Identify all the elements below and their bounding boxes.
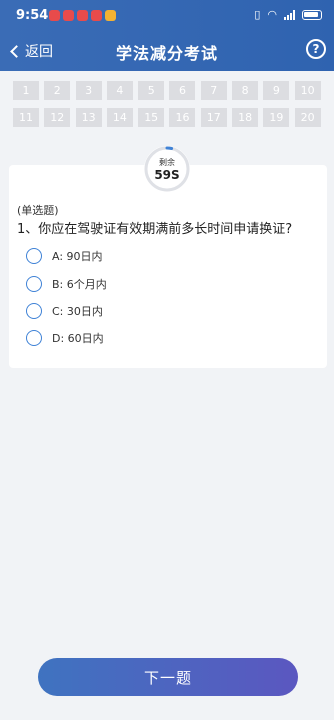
question-number-grid: 1 2 3 4 5 6 7 8 9 10 11 12 13 14 15 16 17 18 19 20 [13, 81, 323, 127]
question-number-15[interactable]: 15 [138, 108, 165, 127]
title-bar: 返回 学法减分考试 ? [0, 32, 334, 70]
option-label: A: 90日内 [52, 250, 103, 263]
option-b[interactable]: B: 6个月内 [26, 276, 107, 292]
wifi-icon: ◠ [267, 8, 277, 21]
question-number-3[interactable]: 3 [75, 81, 102, 100]
radio-button[interactable] [26, 276, 42, 292]
battery-icon [302, 9, 322, 20]
question-number-13[interactable]: 13 [75, 108, 102, 127]
system-icons: ▯ ◠ [254, 8, 322, 21]
question-number-4[interactable]: 4 [106, 81, 133, 100]
notification-icon [105, 10, 116, 21]
question-number-2[interactable]: 2 [44, 81, 71, 100]
status-bar: 9:54 ▯ ◠ [0, 0, 334, 32]
question-number-10[interactable]: 10 [294, 81, 321, 100]
vibrate-icon: ▯ [254, 8, 261, 21]
countdown-timer: 剩余 59S [144, 146, 190, 192]
notification-icon [63, 10, 74, 21]
question-number-20[interactable]: 20 [294, 108, 321, 127]
notification-icon [91, 10, 102, 21]
option-a[interactable]: A: 90日内 [26, 248, 103, 264]
question-type: (单选题) [17, 204, 59, 217]
question-number-18[interactable]: 18 [232, 108, 259, 127]
option-label: B: 6个月内 [52, 278, 107, 291]
question-number-17[interactable]: 17 [200, 108, 227, 127]
question-number-14[interactable]: 14 [106, 108, 133, 127]
radio-button[interactable] [26, 248, 42, 264]
question-number-19[interactable]: 19 [263, 108, 290, 127]
option-label: D: 60日内 [52, 332, 104, 345]
notification-icon [77, 10, 88, 21]
question-number-8[interactable]: 8 [232, 81, 259, 100]
option-c[interactable]: C: 30日内 [26, 303, 103, 319]
question-number-9[interactable]: 9 [263, 81, 290, 100]
timer-label: 剩余 [159, 158, 175, 167]
question-number-12[interactable]: 12 [44, 108, 71, 127]
question-number-6[interactable]: 6 [169, 81, 196, 100]
radio-button[interactable] [26, 303, 42, 319]
timer-value: 59S [154, 168, 180, 182]
page-title: 学法减分考试 [115, 44, 218, 63]
question-number-7[interactable]: 7 [200, 81, 227, 100]
notification-icon [49, 10, 60, 21]
question-number-11[interactable]: 11 [13, 108, 39, 127]
app-header: 9:54 ▯ ◠ 返回 学法减分考试 ? [0, 0, 334, 71]
question-number-1[interactable]: 1 [13, 81, 39, 100]
question-text: 1、你应在驾驶证有效期满前多长时间申请换证? [17, 222, 293, 237]
question-number-5[interactable]: 5 [138, 81, 165, 100]
next-question-button[interactable]: 下一题 [38, 658, 298, 696]
option-d[interactable]: D: 60日内 [26, 330, 104, 346]
help-button[interactable]: ? [306, 39, 326, 59]
clock: 9:54 [16, 8, 49, 23]
option-label: C: 30日内 [52, 305, 103, 318]
radio-button[interactable] [26, 330, 42, 346]
signal-icon [284, 9, 295, 20]
question-mark-icon: ? [312, 42, 320, 56]
question-number-16[interactable]: 16 [169, 108, 196, 127]
